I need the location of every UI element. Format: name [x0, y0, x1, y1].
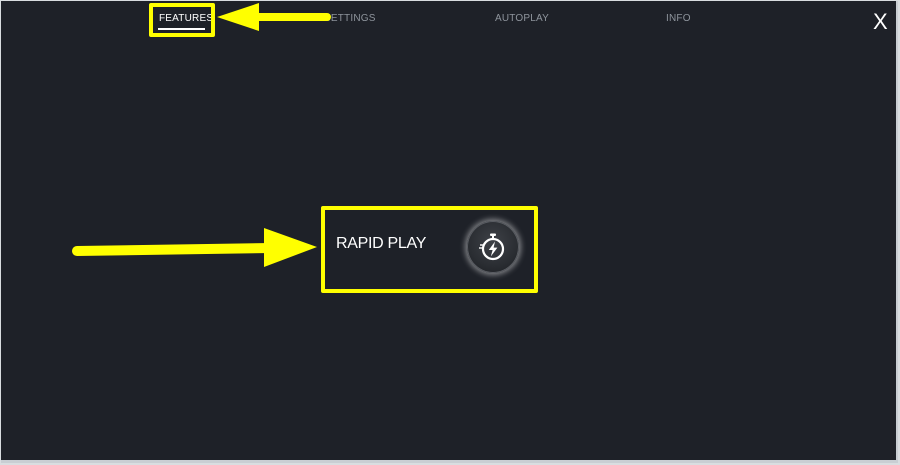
- tab-settings[interactable]: SETTINGS: [324, 13, 376, 24]
- middle-arrow: [72, 228, 317, 267]
- tab-autoplay[interactable]: AUTOPLAY: [495, 13, 549, 24]
- top-arrow: [217, 3, 331, 31]
- rapid-play-highlight-box: [321, 206, 538, 293]
- close-button[interactable]: X: [873, 11, 888, 33]
- tab-info[interactable]: INFO: [666, 13, 691, 24]
- game-settings-panel: FEATURES SETTINGS AUTOPLAY INFO X RAPID …: [1, 1, 898, 463]
- features-tab-highlight-box: [149, 3, 215, 37]
